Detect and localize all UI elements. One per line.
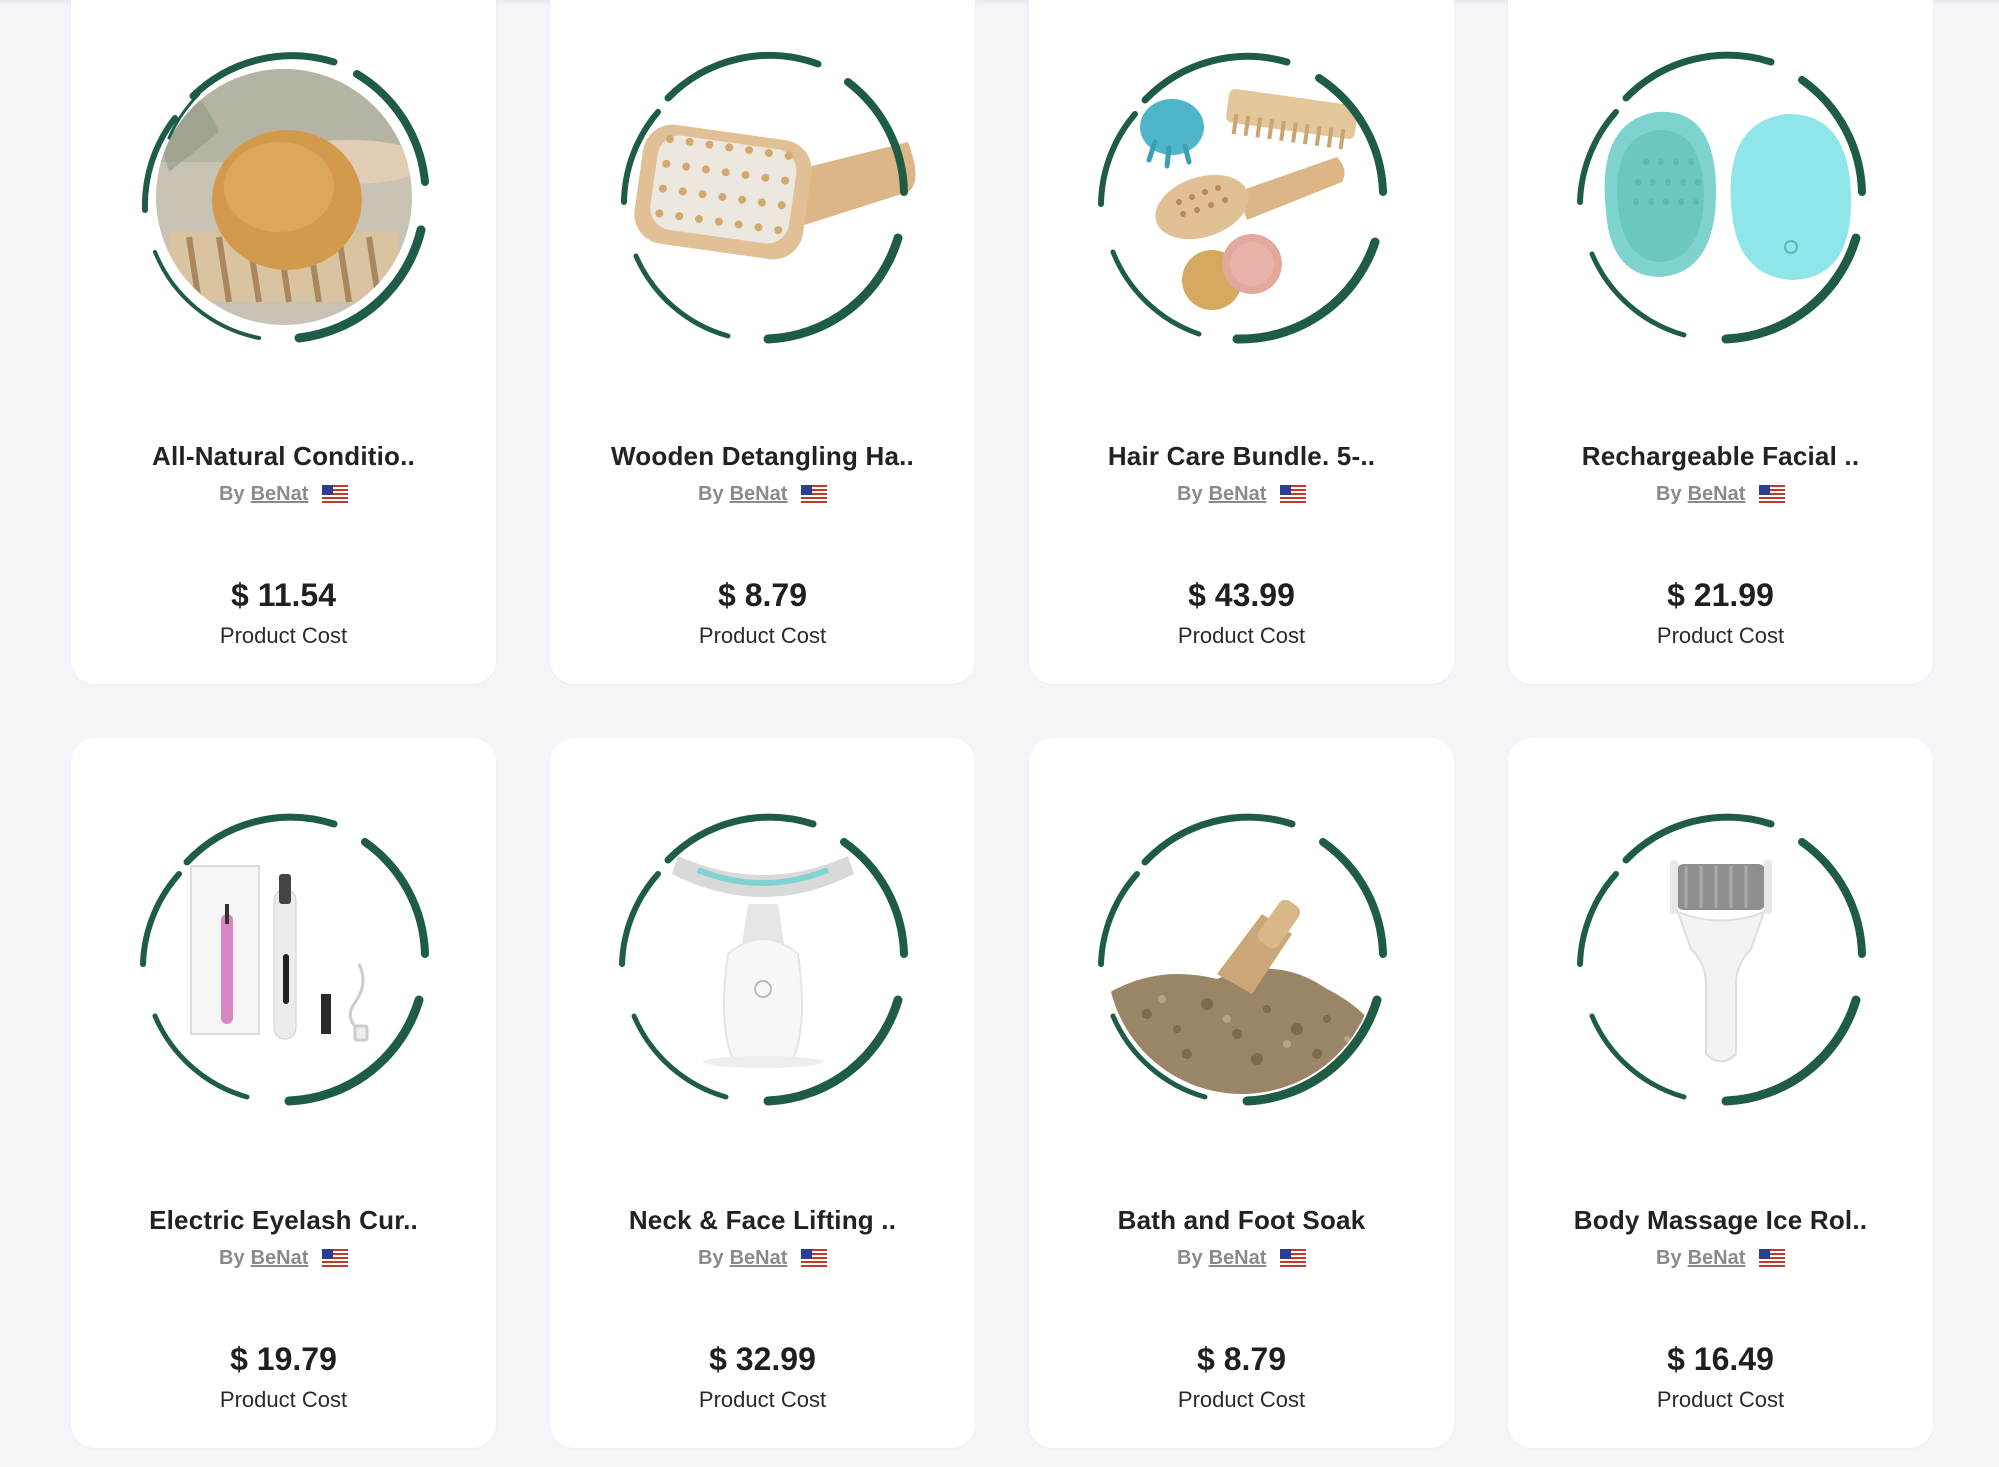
product-card[interactable]: Rechargeable Facial .. By BeNat $ 21.99 P… [1508,0,1933,684]
product-title[interactable]: Electric Eyelash Cur.. [71,1205,496,1236]
product-card[interactable]: Hair Care Bundle. 5-.. By BeNat $ 43.99 P… [1029,0,1454,684]
eyelash-curler-image [139,813,429,1106]
product-cost-label: Product Cost [698,1387,827,1412]
neck-face-device-image [618,813,908,1106]
vendor-by-label: By [1656,483,1682,505]
product-card[interactable]: Neck & Face Lifting .. By BeNat $ 32.99 P… [550,738,975,1448]
us-flag-icon [1758,1249,1785,1267]
us-flag-icon [321,485,348,503]
vendor-by-label: By [698,1247,724,1269]
product-cost-label: Product Cost [698,623,827,648]
product-title[interactable]: Bath and Foot Soak [1029,1205,1454,1236]
us-flag-icon [800,1249,827,1267]
vendor-link[interactable]: BeNat [730,483,788,505]
product-price: $ 16.49 [1667,1341,1774,1377]
product-image-frame[interactable] [608,804,918,1114]
product-price: $ 11.54 [231,577,336,613]
vendor-by-label: By [219,483,245,505]
product-cost-label: Product Cost [1656,623,1785,648]
product-title[interactable]: Neck & Face Lifting .. [550,1205,975,1236]
product-title[interactable]: All-Natural Conditio.. [71,441,496,472]
vendor-by-label: By [698,483,724,505]
product-vendor: By BeNat [1508,1247,1933,1270]
product-price: $ 32.99 [709,1341,816,1377]
product-cost-label: Product Cost [219,623,348,648]
vendor-link[interactable]: BeNat [1688,1247,1746,1269]
vendor-link[interactable]: BeNat [1688,483,1746,505]
product-vendor: By BeNat [550,1247,975,1270]
product-price: $ 8.79 [718,577,807,613]
us-flag-icon [1758,485,1785,503]
product-card[interactable]: Electric Eyelash Cur.. By BeNat $ 19.79 P… [71,738,496,1448]
product-vendor: By BeNat [1029,1247,1454,1270]
vendor-link[interactable]: BeNat [730,1247,788,1269]
us-flag-icon [1279,1249,1306,1267]
product-card[interactable]: Body Massage Ice Rol.. By BeNat $ 16.49 P… [1508,738,1933,1448]
foot-soak-image [1097,813,1387,1106]
product-image-frame[interactable] [129,42,439,352]
vendor-by-label: By [1656,1247,1682,1269]
vendor-link[interactable]: BeNat [1209,1247,1267,1269]
product-image-frame[interactable] [129,804,439,1114]
product-price: $ 8.79 [1197,1341,1286,1377]
product-card[interactable]: Bath and Foot Soak By BeNat $ 8.79 Produc… [1029,738,1454,1448]
vendor-link[interactable]: BeNat [251,1247,309,1269]
us-flag-icon [800,485,827,503]
product-price: $ 21.99 [1667,577,1774,613]
us-flag-icon [321,1249,348,1267]
facial-cleansing-brush-image [1576,51,1866,344]
product-card[interactable]: All-Natural Conditio.. By BeNat $ 11.54 P… [71,0,496,684]
product-cost-label: Product Cost [1177,1387,1306,1412]
product-price: $ 43.99 [1188,577,1295,613]
product-vendor: By BeNat [1508,483,1933,506]
vendor-link[interactable]: BeNat [1209,483,1267,505]
product-grid: All-Natural Conditio.. By BeNat $ 11.54 P… [71,0,1933,1448]
product-cost-label: Product Cost [219,1387,348,1412]
product-price: $ 19.79 [230,1341,337,1377]
product-card[interactable]: Wooden Detangling Ha.. By BeNat $ 8.79 Pr… [550,0,975,684]
vendor-by-label: By [1177,1247,1203,1269]
product-image-frame[interactable] [1566,42,1876,352]
conditioner-bar-image [141,52,429,343]
vendor-by-label: By [219,1247,245,1269]
product-vendor: By BeNat [71,1247,496,1270]
product-vendor: By BeNat [71,483,496,506]
product-image-frame[interactable] [1566,804,1876,1114]
product-title[interactable]: Rechargeable Facial .. [1508,441,1933,472]
hair-care-bundle-image [1097,52,1387,344]
product-title[interactable]: Wooden Detangling Ha.. [550,441,975,472]
product-title[interactable]: Body Massage Ice Rol.. [1508,1205,1933,1236]
vendor-by-label: By [1177,483,1203,505]
vendor-link[interactable]: BeNat [251,483,309,505]
product-title[interactable]: Hair Care Bundle. 5-.. [1029,441,1454,472]
us-flag-icon [1279,485,1306,503]
product-image-frame[interactable] [608,42,918,352]
product-cost-label: Product Cost [1177,623,1306,648]
product-vendor: By BeNat [1029,483,1454,506]
product-image-frame[interactable] [1087,42,1397,352]
ice-roller-image [1576,813,1866,1106]
product-cost-label: Product Cost [1656,1387,1785,1412]
wooden-hairbrush-image [620,51,915,344]
product-image-frame[interactable] [1087,804,1397,1114]
product-vendor: By BeNat [550,483,975,506]
